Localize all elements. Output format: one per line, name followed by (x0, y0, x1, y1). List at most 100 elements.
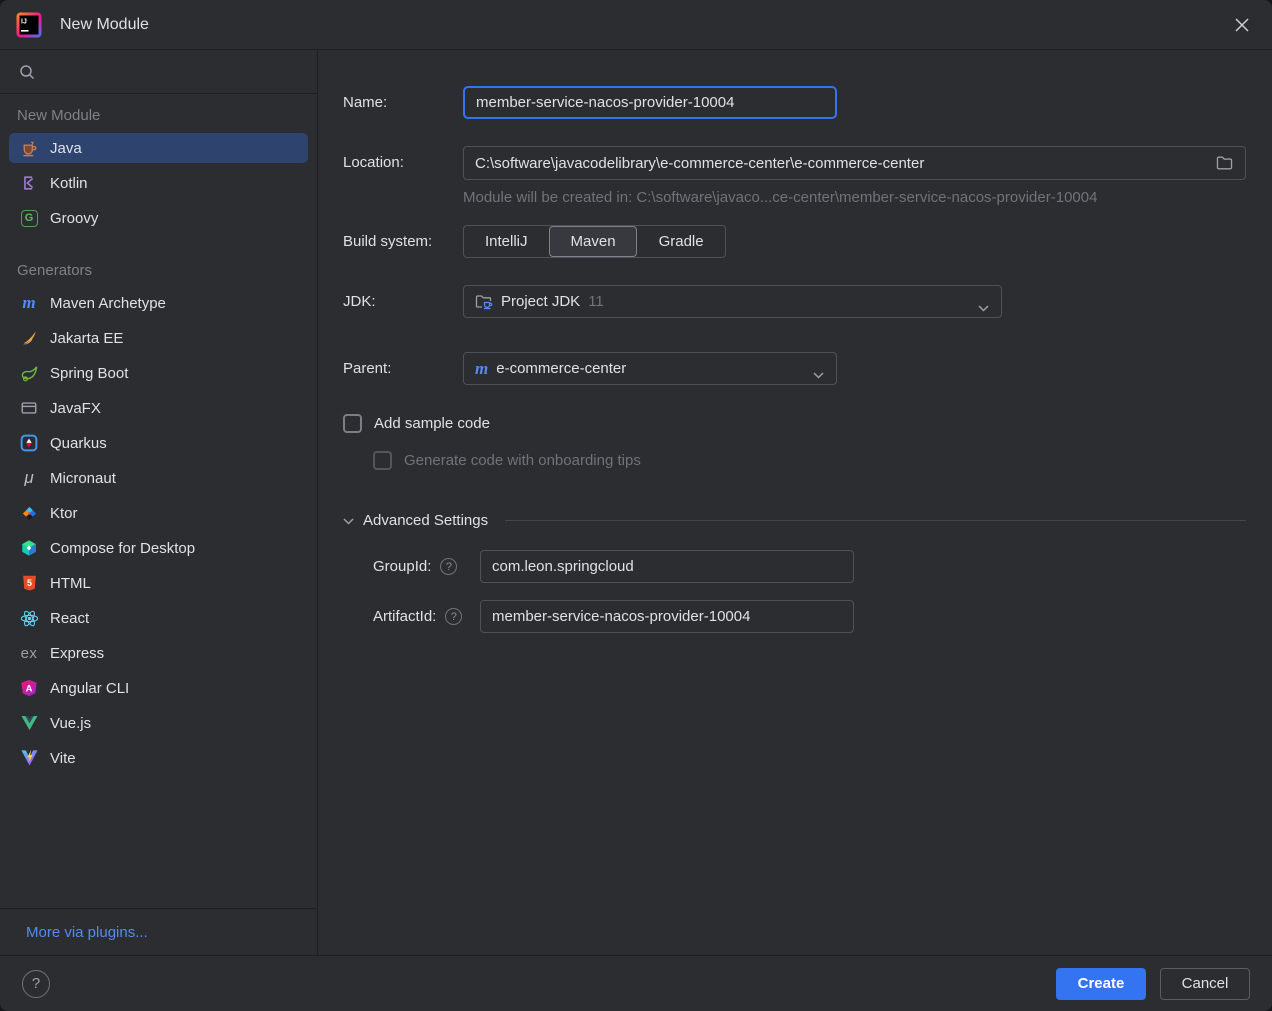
sidebar-item-java[interactable]: Java (9, 133, 308, 163)
quarkus-icon (19, 433, 39, 453)
jdk-select[interactable]: Project JDK 11 (463, 285, 1002, 318)
sidebar-item-label: Java (50, 140, 82, 157)
intellij-logo-icon: IJ (16, 12, 42, 38)
sidebar-item-javafx[interactable]: JavaFX (9, 393, 308, 423)
react-icon (19, 608, 39, 628)
section-header-generators: Generators (9, 238, 308, 288)
sidebar-item-angular-cli[interactable]: A Angular CLI (9, 673, 308, 703)
location-input[interactable] (463, 146, 1246, 180)
chevron-down-icon (978, 299, 989, 316)
sidebar-item-react[interactable]: React (9, 603, 308, 633)
onboarding-tips-label: Generate code with onboarding tips (404, 452, 641, 469)
sidebar-item-label: Angular CLI (50, 680, 129, 697)
onboarding-tips-row: Generate code with onboarding tips (373, 451, 641, 470)
sidebar-item-label: Maven Archetype (50, 295, 166, 312)
groovy-icon: G (19, 208, 39, 228)
divider (505, 520, 1246, 521)
jdk-folder-icon (475, 294, 493, 310)
parent-select[interactable]: m e-commerce-center (463, 352, 837, 385)
sidebar-item-vuejs[interactable]: Vue.js (9, 708, 308, 738)
collapse-chevron-icon (343, 512, 354, 529)
build-system-switcher: IntelliJ Maven Gradle (463, 225, 726, 258)
groupid-help-icon[interactable]: ? (440, 558, 457, 575)
maven-module-icon: m (475, 359, 488, 379)
artifactid-help-icon[interactable]: ? (445, 608, 462, 625)
vite-icon (19, 748, 39, 768)
sidebar: New Module Java (0, 50, 318, 955)
close-icon[interactable] (1228, 11, 1256, 39)
sidebar-item-label: Vite (50, 750, 76, 767)
svg-text:IJ: IJ (21, 18, 27, 25)
spring-boot-icon (19, 363, 39, 383)
build-system-option-intellij[interactable]: IntelliJ (464, 226, 549, 257)
sidebar-item-maven-archetype[interactable]: m Maven Archetype (9, 288, 308, 318)
maven-icon: m (19, 293, 39, 313)
sidebar-item-groovy[interactable]: G Groovy (9, 203, 308, 233)
cancel-button[interactable]: Cancel (1160, 968, 1250, 1000)
javafx-icon (19, 398, 39, 418)
create-button[interactable]: Create (1056, 968, 1146, 1000)
svg-text:A: A (26, 683, 33, 694)
groupid-input[interactable] (480, 550, 854, 583)
advanced-settings-header[interactable]: Advanced Settings (343, 512, 1246, 529)
titlebar: IJ New Module (0, 0, 1272, 50)
add-sample-code-row[interactable]: Add sample code (343, 414, 490, 433)
ktor-icon (19, 503, 39, 523)
section-header-new-module: New Module (9, 94, 308, 133)
sidebar-item-label: JavaFX (50, 400, 101, 417)
sidebar-item-jakarta-ee[interactable]: Jakarta EE (9, 323, 308, 353)
artifactid-input[interactable] (480, 600, 854, 633)
new-module-dialog: IJ New Module New Module (0, 0, 1272, 1011)
name-input[interactable] (463, 86, 837, 119)
sidebar-item-kotlin[interactable]: Kotlin (9, 168, 308, 198)
onboarding-tips-checkbox (373, 451, 392, 470)
sidebar-item-spring-boot[interactable]: Spring Boot (9, 358, 308, 388)
sidebar-item-label: Groovy (50, 210, 98, 227)
build-system-option-gradle[interactable]: Gradle (637, 226, 725, 257)
java-icon (19, 138, 39, 158)
search-bar[interactable] (0, 50, 317, 94)
sidebar-item-vite[interactable]: Vite (9, 743, 308, 773)
sidebar-item-label: Ktor (50, 505, 78, 522)
parent-label: Parent: (343, 352, 391, 385)
jdk-value: Project JDK (501, 293, 580, 310)
sidebar-item-label: Spring Boot (50, 365, 128, 382)
sidebar-item-label: Compose for Desktop (50, 540, 195, 557)
chevron-down-icon (813, 366, 824, 383)
sidebar-item-label: React (50, 610, 89, 627)
sidebar-item-micronaut[interactable]: μ Micronaut (9, 463, 308, 493)
build-system-option-maven[interactable]: Maven (549, 226, 637, 257)
sidebar-item-label: HTML (50, 575, 91, 592)
add-sample-code-label: Add sample code (374, 415, 490, 432)
sidebar-nav: New Module Java (0, 94, 317, 908)
artifactid-label-row: ArtifactId: ? (373, 600, 462, 633)
location-hint: Module will be created in: C:\software\j… (463, 189, 1097, 206)
sidebar-item-label: Quarkus (50, 435, 107, 452)
compose-icon (19, 538, 39, 558)
plugins-footer: More via plugins... (0, 908, 317, 955)
sidebar-item-label: Jakarta EE (50, 330, 123, 347)
sidebar-item-html[interactable]: 5 HTML (9, 568, 308, 598)
sidebar-item-compose-for-desktop[interactable]: Compose for Desktop (9, 533, 308, 563)
name-label: Name: (343, 86, 387, 119)
groupid-label-row: GroupId: ? (373, 550, 457, 583)
jdk-label: JDK: (343, 285, 376, 318)
help-icon[interactable]: ? (22, 970, 50, 998)
browse-folder-icon[interactable] (1216, 155, 1233, 174)
advanced-settings-title: Advanced Settings (363, 512, 488, 529)
sidebar-item-quarkus[interactable]: Quarkus (9, 428, 308, 458)
search-icon (17, 62, 37, 82)
dialog-title: New Module (60, 16, 149, 34)
express-icon: ex (19, 643, 39, 663)
micronaut-icon: μ (19, 468, 39, 488)
more-via-plugins-link[interactable]: More via plugins... (26, 924, 148, 941)
sidebar-item-label: Express (50, 645, 104, 662)
sidebar-item-ktor[interactable]: Ktor (9, 498, 308, 528)
angular-icon: A (19, 678, 39, 698)
sidebar-item-label: Kotlin (50, 175, 88, 192)
jakarta-ee-icon (19, 328, 39, 348)
add-sample-code-checkbox[interactable] (343, 414, 362, 433)
sidebar-item-express[interactable]: ex Express (9, 638, 308, 668)
jdk-version: 11 (588, 293, 604, 310)
sidebar-item-label: Micronaut (50, 470, 116, 487)
